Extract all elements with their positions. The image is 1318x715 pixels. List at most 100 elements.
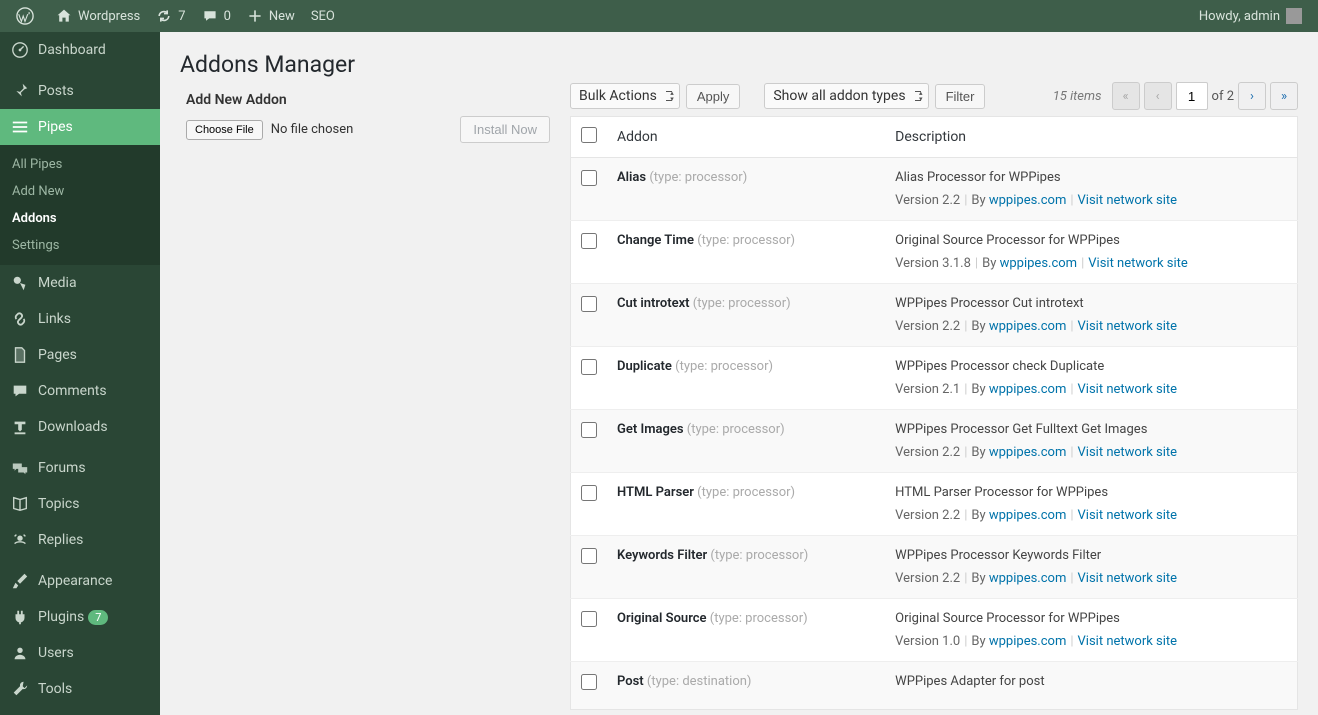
prev-page-button[interactable]: ‹ — [1144, 82, 1172, 110]
submenu-addons[interactable]: Addons — [0, 205, 160, 232]
addon-meta: Version 2.2|By wppipes.com|Visit network… — [895, 571, 1287, 586]
row-checkbox[interactable] — [581, 422, 597, 438]
site-name: Wordpress — [78, 9, 140, 24]
network-site-link[interactable]: Visit network site — [1078, 445, 1178, 460]
addon-name[interactable]: Alias — [617, 170, 646, 185]
network-site-link[interactable]: Visit network site — [1078, 319, 1178, 334]
select-all-checkbox[interactable] — [581, 127, 597, 143]
addon-name[interactable]: HTML Parser — [617, 485, 694, 500]
menu-links[interactable]: Links — [0, 301, 160, 337]
menu-downloads[interactable]: Downloads — [0, 409, 160, 445]
admin-sidebar: Dashboard Posts Pipes All Pipes Add New … — [0, 32, 160, 715]
user-menu[interactable]: Howdy, admin — [1191, 0, 1310, 32]
row-checkbox[interactable] — [581, 170, 597, 186]
menu-posts[interactable]: Posts — [0, 73, 160, 109]
replies-icon — [10, 530, 30, 550]
network-site-link[interactable]: Visit network site — [1078, 382, 1178, 397]
media-icon — [10, 273, 30, 293]
page-of-text: of 2 — [1212, 89, 1234, 104]
row-checkbox[interactable] — [581, 485, 597, 501]
author-link[interactable]: wppipes.com — [989, 634, 1066, 649]
menu-topics[interactable]: Topics — [0, 486, 160, 522]
addon-name[interactable]: Keywords Filter — [617, 548, 707, 563]
author-link[interactable]: wppipes.com — [989, 445, 1066, 460]
table-row: Change Time (type: processor) Original S… — [571, 221, 1298, 284]
plugin-icon — [10, 607, 30, 627]
row-checkbox[interactable] — [581, 233, 597, 249]
network-site-link[interactable]: Visit network site — [1078, 571, 1178, 586]
submenu-settings[interactable]: Settings — [0, 232, 160, 259]
forums-icon — [10, 458, 30, 478]
menu-users[interactable]: Users — [0, 635, 160, 671]
install-now-button[interactable]: Install Now — [460, 116, 550, 143]
network-site-link[interactable]: Visit network site — [1078, 634, 1178, 649]
menu-pages[interactable]: Pages — [0, 337, 160, 373]
site-name-link[interactable]: Wordpress — [48, 0, 148, 32]
addon-name[interactable]: Get Images — [617, 422, 684, 437]
next-page-button[interactable]: › — [1238, 82, 1266, 110]
no-file-text: No file chosen — [271, 122, 354, 137]
menu-plugins[interactable]: Plugins7 — [0, 599, 160, 635]
new-content-link[interactable]: New — [239, 0, 303, 32]
menu-dashboard[interactable]: Dashboard — [0, 32, 160, 68]
table-row: Duplicate (type: processor) WPPipes Proc… — [571, 347, 1298, 410]
addon-name[interactable]: Cut introtext — [617, 296, 690, 311]
wrench-icon — [10, 679, 30, 699]
row-checkbox[interactable] — [581, 359, 597, 375]
author-link[interactable]: wppipes.com — [989, 319, 1066, 334]
menu-comments[interactable]: Comments — [0, 373, 160, 409]
addon-description: WPPipes Adapter for post — [895, 674, 1287, 689]
comments-link[interactable]: 0 — [194, 0, 239, 32]
addon-name[interactable]: Original Source — [617, 611, 707, 626]
addon-name[interactable]: Change Time — [617, 233, 694, 248]
menu-appearance[interactable]: Appearance — [0, 563, 160, 599]
network-site-link[interactable]: Visit network site — [1088, 256, 1188, 271]
page-title: Addons Manager — [180, 42, 1298, 82]
choose-file-button[interactable]: Choose File — [186, 120, 263, 140]
col-description[interactable]: Description — [885, 117, 1297, 158]
table-row: Cut introtext (type: processor) WPPipes … — [571, 284, 1298, 347]
row-checkbox[interactable] — [581, 296, 597, 312]
current-page-input[interactable] — [1176, 82, 1208, 110]
home-icon — [56, 8, 72, 24]
menu-replies[interactable]: Replies — [0, 522, 160, 558]
addon-description: Original Source Processor for WPPipes — [895, 611, 1287, 626]
last-page-button[interactable]: » — [1270, 82, 1298, 110]
addon-name[interactable]: Duplicate — [617, 359, 672, 374]
apply-button[interactable]: Apply — [686, 84, 741, 109]
addon-type: (type: processor) — [649, 170, 747, 185]
author-link[interactable]: wppipes.com — [989, 193, 1066, 208]
menu-media[interactable]: Media — [0, 265, 160, 301]
author-link[interactable]: wppipes.com — [989, 382, 1066, 397]
menu-pipes[interactable]: Pipes — [0, 109, 160, 145]
author-link[interactable]: wppipes.com — [989, 571, 1066, 586]
row-checkbox[interactable] — [581, 611, 597, 627]
submenu-add-new[interactable]: Add New — [0, 178, 160, 205]
seo-link[interactable]: SEO — [303, 0, 343, 32]
plugins-badge: 7 — [88, 610, 108, 625]
menu-forums[interactable]: Forums — [0, 450, 160, 486]
submenu-all-pipes[interactable]: All Pipes — [0, 151, 160, 178]
row-checkbox[interactable] — [581, 674, 597, 690]
addon-meta: Version 3.1.8|By wppipes.com|Visit netwo… — [895, 256, 1287, 271]
author-link[interactable]: wppipes.com — [1000, 256, 1077, 271]
page-icon — [10, 345, 30, 365]
updates-link[interactable]: 7 — [148, 0, 193, 32]
main-content: Addons Manager Add New Addon Choose File… — [160, 32, 1318, 715]
addon-type-filter-select[interactable]: Show all addon types▴▾ — [764, 83, 928, 109]
network-site-link[interactable]: Visit network site — [1078, 508, 1178, 523]
network-site-link[interactable]: Visit network site — [1078, 193, 1178, 208]
addon-description: Original Source Processor for WPPipes — [895, 233, 1287, 248]
addon-description: WPPipes Processor check Duplicate — [895, 359, 1287, 374]
filter-button[interactable]: Filter — [935, 84, 986, 109]
author-link[interactable]: wppipes.com — [989, 508, 1066, 523]
first-page-button[interactable]: « — [1112, 82, 1140, 110]
wp-logo[interactable] — [8, 0, 48, 32]
menu-tools[interactable]: Tools — [0, 671, 160, 707]
col-addon[interactable]: Addon — [607, 117, 885, 158]
table-row: HTML Parser (type: processor) HTML Parse… — [571, 473, 1298, 536]
row-checkbox[interactable] — [581, 548, 597, 564]
addon-name[interactable]: Post — [617, 674, 644, 689]
items-count: 15 items — [1053, 89, 1102, 104]
bulk-actions-select[interactable]: Bulk Actions▴▾ — [570, 83, 680, 109]
